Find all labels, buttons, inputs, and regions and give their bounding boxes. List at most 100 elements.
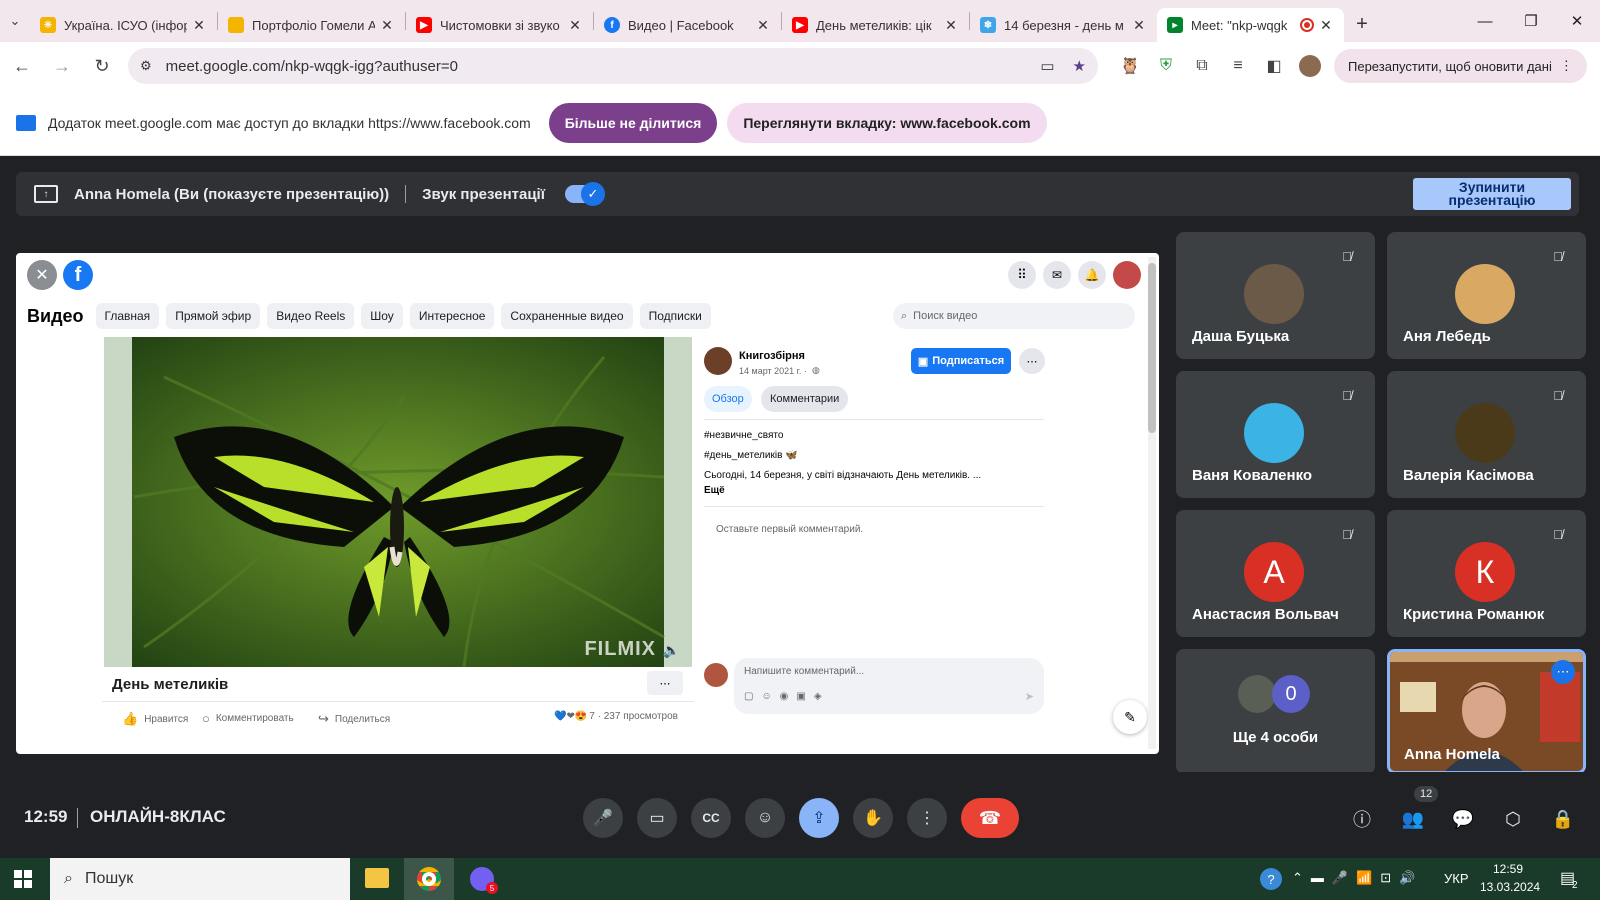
profile-avatar[interactable] — [1292, 48, 1328, 84]
stop-sharing-button[interactable]: Більше не ділитися — [548, 102, 718, 143]
shield-icon[interactable]: ⛨ — [1148, 48, 1184, 84]
viber-icon[interactable]: 5 — [470, 867, 498, 894]
participant-tile[interactable]: 🎙̸ Аня Лебедь — [1387, 232, 1586, 359]
meeting-info-icon[interactable]: ⓘ — [1347, 804, 1377, 834]
video-search-input[interactable]: ⌕ Поиск видео — [893, 303, 1135, 329]
more-options-button[interactable]: ⋯ — [647, 671, 683, 695]
close-tab-icon[interactable]: ✕ — [567, 17, 583, 34]
video-nav-tab[interactable]: Сохраненные видео — [501, 303, 633, 329]
like-button[interactable]: 👍 Нравится — [122, 711, 188, 727]
more-options-button[interactable]: ⋮ — [907, 798, 947, 838]
chat-icon[interactable]: 💬 — [1448, 804, 1478, 834]
page-name[interactable]: Книгозбірня — [739, 350, 805, 362]
browser-tab[interactable]: f Видео | Facebook ✕ — [594, 8, 781, 42]
media-control-icon[interactable]: ≡ — [1220, 48, 1256, 84]
browser-tab-active[interactable]: ▸ Meet: "nkp-wqgk ✕ — [1157, 8, 1344, 42]
language-indicator[interactable]: УКР — [1444, 871, 1469, 886]
reactions-summary[interactable]: 💙❤😍 7 · 237 просмотров — [554, 711, 678, 722]
account-avatar[interactable] — [1113, 261, 1141, 289]
close-window-icon[interactable]: ✕ — [1554, 0, 1600, 42]
video-nav-tab[interactable]: Интересное — [409, 303, 495, 329]
subscribe-button[interactable]: ▣ Подписаться — [911, 348, 1011, 374]
camera-button[interactable]: ▭ — [637, 798, 677, 838]
address-bar[interactable]: ⚙ meet.google.com/nkp-wqgk-igg?authuser=… — [128, 48, 1098, 84]
stop-presenting-button[interactable]: Зупинити презентацію — [1413, 178, 1571, 210]
clock-time[interactable]: 12:59 — [1493, 862, 1523, 876]
help-icon[interactable]: ? — [1260, 868, 1282, 890]
see-more-link[interactable]: Ещё — [704, 485, 725, 496]
comment-button[interactable]: ○ Комментировать — [202, 711, 294, 726]
extension-owl-icon[interactable]: 🦉 — [1112, 48, 1148, 84]
video-nav-tab[interactable]: Подписки — [639, 303, 711, 329]
browser-tab[interactable]: ❄ 14 березня - день м ✕ — [970, 8, 1157, 42]
close-tab-icon[interactable]: ✕ — [755, 17, 771, 34]
self-video-tile[interactable]: ⋯ Anna Homela — [1387, 649, 1586, 774]
participant-tile[interactable]: К 🎙̸ Кристина Романюк — [1387, 510, 1586, 637]
participant-tile[interactable]: 🎙̸ Даша Буцька — [1176, 232, 1375, 359]
tray-icons[interactable]: ⌃▬🎤📶⊡🔊 — [1292, 870, 1423, 886]
facebook-logo-icon[interactable]: f — [63, 260, 93, 290]
browser-tab[interactable]: ▶ Чистомовки зі звуко ✕ — [406, 8, 593, 42]
camera-icon[interactable]: ▭ — [1040, 57, 1054, 75]
close-icon[interactable]: ✕ — [27, 260, 57, 290]
view-tab-button[interactable]: Переглянути вкладку: www.facebook.com — [727, 102, 1047, 143]
post-menu-icon[interactable]: ⋯ — [1019, 348, 1045, 374]
more-participants-tile[interactable]: 0 Ще 4 особи — [1176, 649, 1375, 774]
tab-overview[interactable]: Обзор — [704, 386, 752, 412]
browser-tab[interactable]: ☀ Україна. ІСУО (інфор ✕ — [30, 8, 217, 42]
present-button[interactable]: ⇪ — [799, 798, 839, 838]
tab-search-icon[interactable]: ⌄ — [0, 0, 30, 42]
volume-icon[interactable]: 🔈 — [663, 642, 680, 659]
emoji-reactions-button[interactable]: ☺ — [745, 798, 785, 838]
taskbar-search-input[interactable]: ⌕ Пошук — [50, 858, 350, 900]
presentation-audio-toggle[interactable]: ✓ — [564, 182, 605, 206]
video-nav-tab[interactable]: Главная — [95, 303, 160, 329]
scrollbar[interactable] — [1148, 257, 1156, 749]
close-tab-icon[interactable]: ✕ — [191, 17, 207, 34]
minimize-icon[interactable]: — — [1462, 0, 1508, 42]
windows-start-icon[interactable] — [14, 870, 32, 888]
close-tab-icon[interactable]: ✕ — [379, 17, 395, 34]
forward-icon[interactable]: → — [44, 48, 80, 84]
close-tab-icon[interactable]: ✕ — [943, 17, 959, 34]
raise-hand-button[interactable]: ✋ — [853, 798, 893, 838]
send-icon[interactable]: ➤ — [1025, 690, 1034, 703]
reload-icon[interactable]: ↻ — [84, 48, 120, 84]
side-panel-icon[interactable]: ◧ — [1256, 48, 1292, 84]
page-avatar[interactable] — [704, 347, 732, 375]
close-tab-icon[interactable]: ✕ — [1318, 17, 1334, 34]
microphone-button[interactable]: 🎤 — [583, 798, 623, 838]
menu-grid-icon[interactable]: ⠿ — [1008, 261, 1036, 289]
video-nav-tab[interactable]: Прямой эфир — [166, 303, 261, 329]
browser-tab[interactable]: Портфоліо Гомели А ✕ — [218, 8, 405, 42]
comment-tools-icon[interactable]: ▢☺◉▣◈ — [744, 691, 830, 702]
back-icon[interactable]: ← — [4, 48, 40, 84]
restore-icon[interactable]: ❐ — [1508, 0, 1554, 42]
host-controls-icon[interactable]: 🔒 — [1548, 804, 1578, 834]
more-options-icon[interactable]: ⋯ — [1551, 660, 1575, 684]
tab-comments[interactable]: Комментарии — [761, 386, 849, 412]
video-nav-tab[interactable]: Видео Reels — [267, 303, 355, 329]
messenger-icon[interactable]: ✉ — [1043, 261, 1071, 289]
new-tab-button[interactable]: + — [1344, 6, 1380, 42]
hashtag[interactable]: #день_метеликів 🦋 — [704, 450, 798, 461]
close-tab-icon[interactable]: ✕ — [1131, 17, 1147, 34]
notifications-bell-icon[interactable]: 🔔 — [1078, 261, 1106, 289]
relaunch-button[interactable]: Перезапустити, щоб оновити дані ⋮ — [1334, 49, 1587, 83]
comment-input[interactable]: Напишите комментарий... ▢☺◉▣◈ ➤ — [734, 658, 1044, 714]
leave-call-button[interactable]: ☎ — [961, 798, 1019, 838]
compose-icon[interactable]: ✎ — [1113, 700, 1147, 734]
chrome-icon[interactable] — [404, 858, 454, 900]
captions-button[interactable]: CC — [691, 798, 731, 838]
people-icon[interactable]: 👥 — [1398, 804, 1428, 834]
bookmark-star-icon[interactable]: ★ — [1073, 57, 1086, 75]
activities-icon[interactable]: ⬡ — [1498, 804, 1528, 834]
participant-tile[interactable]: 🎙̸ Валерія Касімова — [1387, 371, 1586, 498]
participant-tile[interactable]: 🎙̸ Ваня Коваленко — [1176, 371, 1375, 498]
browser-tab[interactable]: ▶ День метеликів: цік ✕ — [782, 8, 969, 42]
clock-date[interactable]: 13.03.2024 — [1480, 880, 1540, 894]
extensions-puzzle-icon[interactable]: ⧉ — [1184, 48, 1220, 84]
hashtag[interactable]: #незвичне_свято — [704, 430, 783, 441]
participant-tile[interactable]: А 🎙̸ Анастасия Вольвач — [1176, 510, 1375, 637]
share-button[interactable]: ↪ Поделиться — [318, 711, 390, 727]
